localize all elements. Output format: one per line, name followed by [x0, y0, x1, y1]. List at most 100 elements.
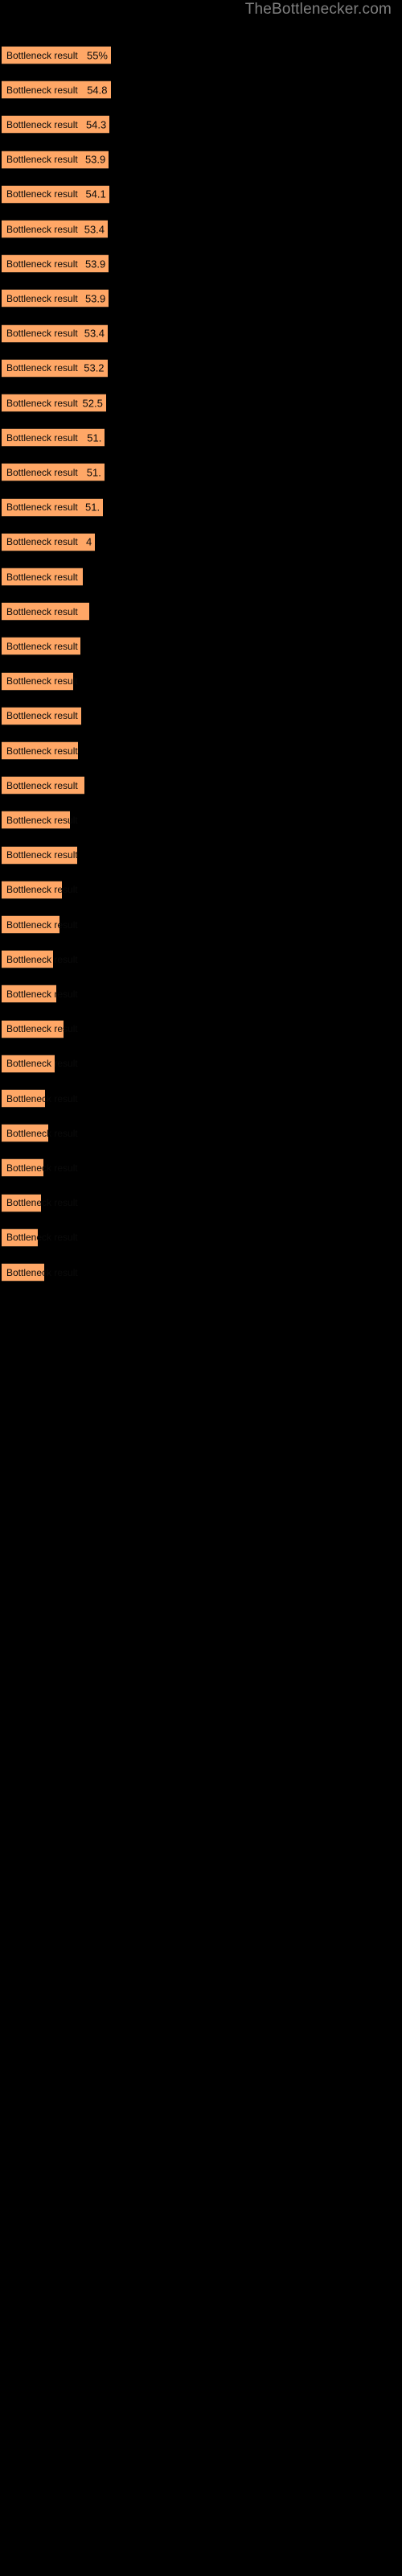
bar[interactable]: Bottleneck result: [2, 1124, 78, 1143]
bar-row: Bottleneck result 51.: [0, 428, 402, 448]
bar-value-label: 54.8: [87, 84, 108, 97]
bottleneck-chart: TheBottlenecker.com Bottleneck result 55%…: [0, 0, 402, 2576]
bar[interactable]: Bottleneck result 53.4: [2, 324, 109, 343]
bar-row: Bottleneck result: [0, 1193, 402, 1212]
bar-label: Bottleneck result: [6, 814, 78, 826]
bar[interactable]: Bottleneck result: [2, 950, 78, 969]
bar[interactable]: Bottleneck result: [2, 776, 84, 795]
bar[interactable]: Bottleneck result 4: [2, 532, 96, 551]
bar-row: Bottleneck result 53.2: [0, 358, 402, 378]
bar-row: Bottleneck result: [0, 568, 402, 586]
bar-value-label: 51.: [85, 501, 100, 514]
bar-label: Bottleneck result: [6, 779, 78, 791]
bar[interactable]: Bottleneck result: [2, 671, 78, 691]
bar[interactable]: Bottleneck result: [2, 985, 78, 1004]
bar-label: Bottleneck result: [6, 710, 78, 722]
bar[interactable]: Bottleneck result: [2, 602, 89, 621]
bar-label: Bottleneck result: [6, 884, 78, 896]
bar[interactable]: Bottleneck result 55%: [2, 46, 111, 64]
bar-row: Bottleneck result 54.1: [0, 184, 402, 204]
bar-value-label: 53.4: [84, 223, 105, 235]
bar-row: Bottleneck result 53.9: [0, 150, 402, 169]
bar[interactable]: Bottleneck result 53.9: [2, 254, 109, 274]
bar-row: Bottleneck result 53.9: [0, 254, 402, 274]
bar-value-label: 53.9: [84, 292, 106, 305]
bar-label: Bottleneck result: [6, 536, 78, 548]
bar-label: Bottleneck result: [6, 571, 78, 583]
bar-row: Bottleneck result 54.8: [0, 80, 402, 100]
bar[interactable]: Bottleneck result 53.9: [2, 150, 109, 169]
bar[interactable]: Bottleneck result 51.: [2, 497, 104, 517]
bar[interactable]: Bottleneck result: [2, 845, 78, 865]
bar[interactable]: Bottleneck result 53.4: [2, 220, 109, 238]
bar-row: Bottleneck result: [0, 1054, 402, 1073]
bar[interactable]: Bottleneck result: [2, 1193, 78, 1212]
bar-row: Bottleneck result: [0, 880, 402, 899]
bar[interactable]: Bottleneck result 51.: [2, 428, 105, 448]
bar[interactable]: Bottleneck result 54.3: [2, 115, 110, 134]
bar[interactable]: Bottleneck result: [2, 880, 78, 899]
bar-label: Bottleneck result: [6, 1266, 78, 1278]
bar[interactable]: Bottleneck result: [2, 1228, 78, 1247]
bar-row: Bottleneck result: [0, 1158, 402, 1178]
bar-row: Bottleneck result: [0, 1124, 402, 1143]
bar-label: Bottleneck result: [6, 1127, 78, 1139]
bar[interactable]: Bottleneck result: [2, 915, 78, 934]
bar-value-label: 54.1: [85, 188, 106, 200]
bar-row: Bottleneck result: [0, 1263, 402, 1282]
bar-row: Bottleneck result: [0, 671, 402, 691]
bar-row: Bottleneck result: [0, 811, 402, 830]
bar-label: Bottleneck result: [6, 953, 78, 965]
bar-plot-area: Bottleneck result 55% Bottleneck result 54.…: [0, 0, 402, 2576]
bar-label: Bottleneck result: [6, 397, 78, 409]
bar-row: Bottleneck result 4: [0, 532, 402, 551]
bar[interactable]: Bottleneck result 53.9: [2, 289, 109, 308]
bar[interactable]: Bottleneck result: [2, 1158, 78, 1178]
bar-row: Bottleneck result: [0, 741, 402, 760]
bar-value-label: 55%: [86, 49, 108, 61]
bar[interactable]: Bottleneck result: [2, 706, 81, 725]
bar-label: Bottleneck result: [6, 1197, 78, 1209]
bar-label: Bottleneck result: [6, 745, 78, 757]
bar-value-label: 53.9: [84, 153, 106, 166]
bar-row: Bottleneck result 51.: [0, 497, 402, 517]
bar[interactable]: Bottleneck result: [2, 1263, 78, 1282]
bar-row: Bottleneck result: [0, 985, 402, 1004]
bar[interactable]: Bottleneck result: [2, 568, 84, 586]
bar-label: Bottleneck result: [6, 292, 78, 304]
bar-label: Bottleneck result: [6, 1232, 78, 1244]
bar[interactable]: Bottleneck result: [2, 741, 79, 760]
bar[interactable]: Bottleneck result: [2, 1089, 78, 1108]
bar-label: Bottleneck result: [6, 84, 78, 96]
bar-label: Bottleneck result: [6, 431, 78, 444]
bar[interactable]: Bottleneck result 53.2: [2, 358, 108, 378]
bar-row: Bottleneck result: [0, 950, 402, 969]
bar-label: Bottleneck result: [6, 605, 78, 617]
bar[interactable]: Bottleneck result: [2, 637, 80, 656]
bar[interactable]: Bottleneck result: [2, 1054, 78, 1073]
bar-value-label: 52.5: [82, 397, 103, 409]
bar-row: Bottleneck result: [0, 602, 402, 621]
bar-label: Bottleneck result: [6, 1023, 78, 1035]
bar[interactable]: Bottleneck result 54.8: [2, 80, 111, 100]
bar[interactable]: Bottleneck result 54.1: [2, 184, 109, 204]
bar-value-label: 53.2: [84, 361, 105, 374]
bar-label: Bottleneck result: [6, 328, 78, 340]
bar-label: Bottleneck result: [6, 223, 78, 235]
bar-label: Bottleneck result: [6, 640, 78, 652]
bar[interactable]: Bottleneck result: [2, 811, 78, 830]
bar-row: Bottleneck result: [0, 637, 402, 656]
bar-row: Bottleneck result 51.: [0, 463, 402, 482]
bar-value-label: 51.: [87, 431, 102, 444]
bar-row: Bottleneck result: [0, 1228, 402, 1247]
bar[interactable]: Bottleneck result 52.5: [2, 394, 106, 412]
bar[interactable]: Bottleneck result: [2, 1019, 78, 1038]
bar-value-label: 53.4: [84, 327, 105, 340]
bar-row: Bottleneck result 53.9: [0, 289, 402, 308]
bar-row: Bottleneck result 52.5: [0, 394, 402, 412]
bar-row: Bottleneck result 54.3: [0, 115, 402, 134]
bar-label: Bottleneck result: [6, 362, 78, 374]
bar[interactable]: Bottleneck result 51.: [2, 463, 105, 482]
bar-row: Bottleneck result 53.4: [0, 220, 402, 238]
bar-label: Bottleneck result: [6, 502, 78, 514]
